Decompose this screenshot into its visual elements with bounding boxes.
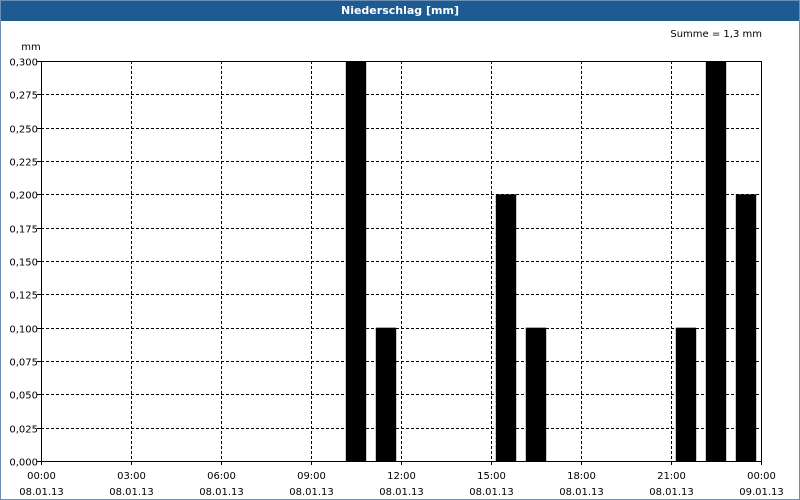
- x-tick-time-label: 18:00: [567, 471, 596, 482]
- x-tick-time-label: 03:00: [117, 471, 146, 482]
- y-tick-label: 0,175: [9, 225, 38, 236]
- y-tick-label: 0,225: [9, 158, 38, 169]
- grid-lines: [41, 61, 761, 461]
- chart-window: Niederschlag [mm] mm Summe = 1,3 mm 0,00…: [0, 0, 800, 500]
- bar: [675, 327, 697, 461]
- x-tick-time-label: 00:00: [747, 471, 776, 482]
- x-tick-date-label: 08.01.13: [469, 487, 514, 498]
- precipitation-chart: mm Summe = 1,3 mm 0,0000,0250,0500,0750,…: [9, 29, 784, 498]
- y-tick-label: 0,300: [9, 58, 38, 69]
- bar: [375, 327, 397, 461]
- x-tick-time-label: 15:00: [477, 471, 506, 482]
- x-tick-date-label: 08.01.13: [559, 487, 604, 498]
- y-tick-label: 0,000: [9, 458, 38, 469]
- y-tick-label: 0,275: [9, 91, 38, 102]
- x-tick-date-label: 08.01.13: [289, 487, 334, 498]
- y-tick-label: 0,150: [9, 258, 38, 269]
- y-tick-label: 0,075: [9, 358, 38, 369]
- y-tick-label: 0,025: [9, 425, 38, 436]
- x-tick-date-label: 08.01.13: [199, 487, 244, 498]
- x-axis: 00:00 08.01.13 03:00 08.01.13 06:00 08.01.13 0…: [19, 461, 784, 498]
- x-tick-date-label: 08.01.13: [19, 487, 64, 498]
- y-axis: 0,000 0,025 0,050 0,075 0,100 0,125 0,150 0,175…: [9, 58, 41, 469]
- x-tick-date-label: 08.01.13: [109, 487, 154, 498]
- bar: [495, 194, 517, 462]
- y-tick-label: 0,050: [9, 391, 38, 402]
- x-tick-time-label: 06:00: [207, 471, 236, 482]
- bar: [705, 61, 727, 461]
- x-tick-date-label: 09.01.13: [739, 487, 784, 498]
- y-tick-label: 0,125: [9, 291, 38, 302]
- bar: [345, 61, 367, 461]
- y-tick-label: 0,250: [9, 125, 38, 136]
- x-tick-date-label: 08.01.13: [379, 487, 424, 498]
- bar: [525, 327, 547, 461]
- x-tick-time-label: 00:00: [27, 471, 56, 482]
- bar: [735, 194, 757, 462]
- sum-annotation: Summe = 1,3 mm: [670, 29, 762, 40]
- x-tick-time-label: 21:00: [657, 471, 686, 482]
- x-tick-time-label: 12:00: [387, 471, 416, 482]
- x-tick-date-label: 08.01.13: [649, 487, 694, 498]
- y-tick-label: 0,100: [9, 325, 38, 336]
- y-axis-unit-label: mm: [21, 42, 40, 53]
- y-tick-label: 0,200: [9, 191, 38, 202]
- x-tick-time-label: 09:00: [297, 471, 326, 482]
